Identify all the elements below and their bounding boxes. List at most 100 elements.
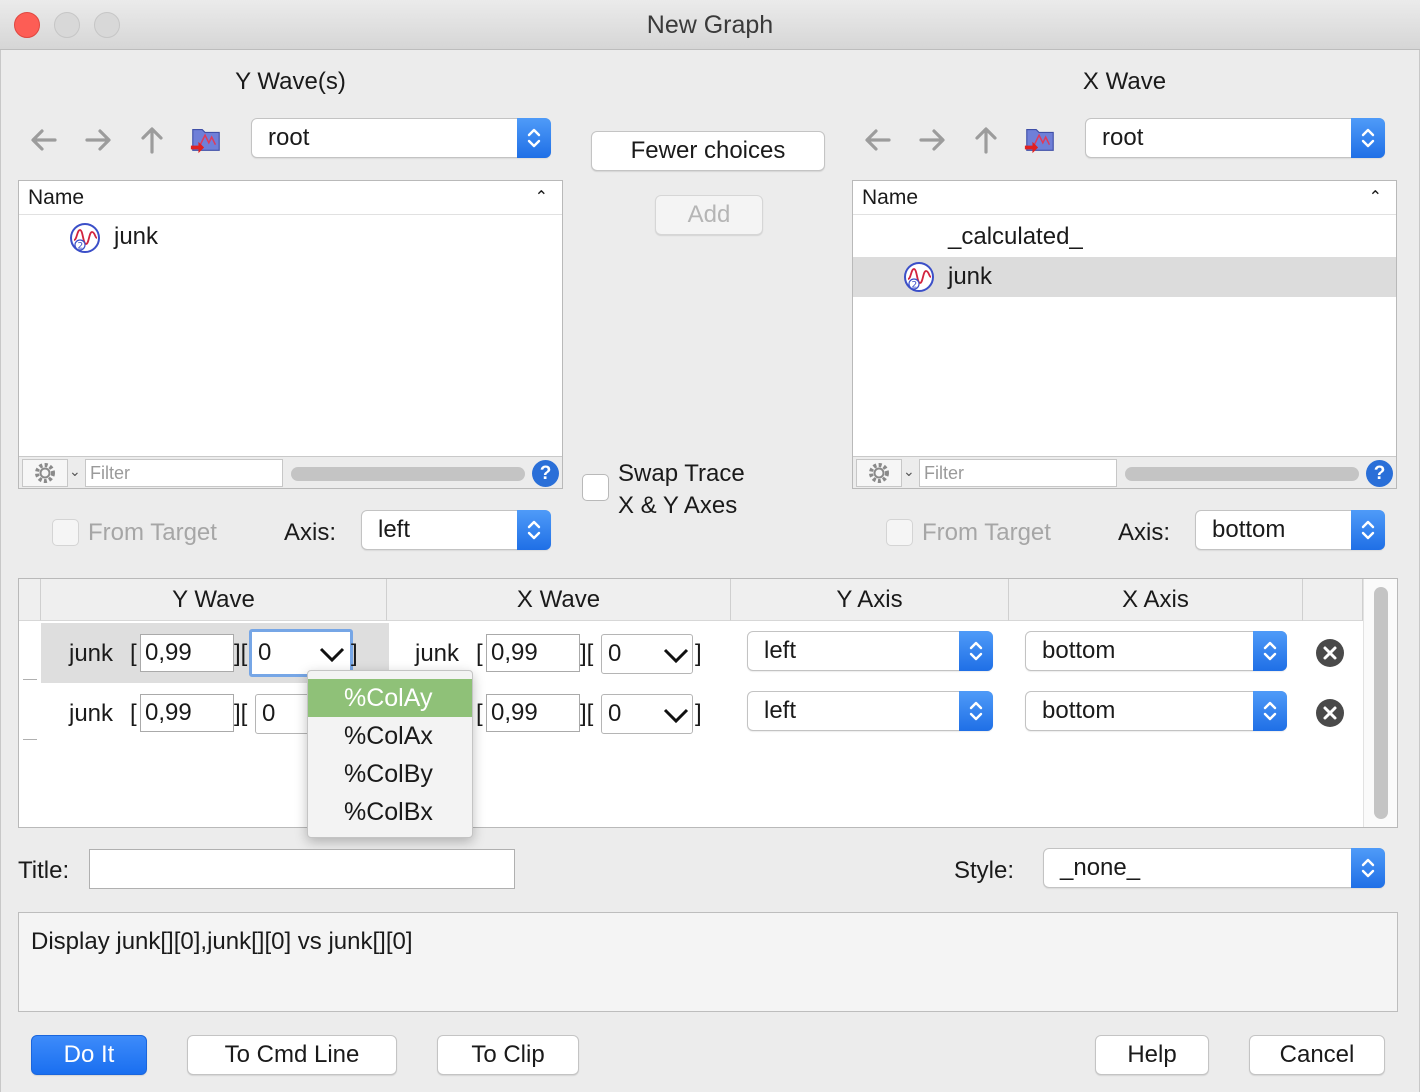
x-from-target-checkbox[interactable] <box>886 519 913 546</box>
y-folder-select[interactable]: root <box>251 118 551 158</box>
bracket: ][ <box>234 700 248 727</box>
y-panel-heading: Y Wave(s) <box>235 68 346 95</box>
row2-x-column-value: 0 <box>608 700 622 727</box>
y-help-icon[interactable]: ? <box>532 460 559 487</box>
row1-x-column-combo[interactable]: 0 <box>601 634 693 674</box>
gear-icon[interactable] <box>22 459 68 487</box>
x-help-icon[interactable]: ? <box>1366 460 1393 487</box>
menu-item-colax[interactable]: %ColAx <box>308 717 472 755</box>
y-filter-input[interactable]: Filter <box>85 459 283 487</box>
column-header-x-axis[interactable]: X Axis <box>1009 579 1303 621</box>
forward-arrow-icon[interactable] <box>915 123 949 157</box>
up-arrow-icon[interactable] <box>135 123 169 157</box>
select-stepper-icon <box>959 691 993 731</box>
row1-y-axis-select[interactable]: left <box>747 631 993 671</box>
remove-row-icon[interactable] <box>1316 639 1344 667</box>
chevron-down-icon[interactable]: ⌄ <box>69 463 81 480</box>
chevron-down-icon[interactable] <box>662 647 690 665</box>
column-header-y-axis[interactable]: Y Axis <box>731 579 1009 621</box>
gear-icon[interactable] <box>856 459 902 487</box>
cancel-button[interactable]: Cancel <box>1249 1035 1385 1075</box>
column-header-x-wave[interactable]: X Wave <box>387 579 731 621</box>
x-list-footer: ⌄ Filter ? <box>853 456 1396 488</box>
x-horizontal-scrollbar[interactable] <box>1125 467 1359 481</box>
row1-x-range-input[interactable]: 0,99 <box>486 634 580 672</box>
y-axis-select[interactable]: left <box>361 510 551 550</box>
bracket: ] <box>695 700 702 727</box>
chevron-down-icon[interactable]: ⌄ <box>903 463 915 480</box>
help-button[interactable]: Help <box>1095 1035 1209 1075</box>
fewer-choices-button[interactable]: Fewer choices <box>591 131 825 171</box>
list-item-label: junk <box>114 223 159 250</box>
row2-y-axis-select[interactable]: left <box>747 691 993 731</box>
chevron-down-icon[interactable] <box>318 646 346 664</box>
bracket: [ <box>130 640 137 667</box>
x-folder-select[interactable]: root <box>1085 118 1385 158</box>
x-wave-list[interactable]: Name ⌃ _calculated_ 2 junk ⌄ Filter ? <box>852 180 1397 489</box>
vertical-scrollbar-thumb[interactable] <box>1374 587 1388 819</box>
select-stepper-icon <box>1351 848 1385 888</box>
x-list-header[interactable]: Name ⌃ <box>853 181 1396 215</box>
back-arrow-icon[interactable] <box>861 123 895 157</box>
column-header-y-wave[interactable]: Y Wave <box>41 579 387 621</box>
x-filter-input[interactable]: Filter <box>919 459 1117 487</box>
forward-arrow-icon[interactable] <box>81 123 115 157</box>
y-axis-value: left <box>378 516 411 543</box>
swap-trace-label-line2: X & Y Axes <box>618 492 738 519</box>
row1-y-range-input[interactable]: 0,99 <box>140 634 234 672</box>
y-list-header[interactable]: Name ⌃ <box>19 181 562 215</box>
menu-item-colbx[interactable]: %ColBx <box>308 793 472 831</box>
x-axis-select[interactable]: bottom <box>1195 510 1385 550</box>
up-arrow-icon[interactable] <box>969 123 1003 157</box>
swap-axes-checkbox[interactable] <box>582 474 609 501</box>
menu-item-colay[interactable]: %ColAy <box>308 679 472 717</box>
to-clip-button[interactable]: To Clip <box>437 1035 579 1075</box>
style-select[interactable]: _none_ <box>1043 848 1385 888</box>
add-button[interactable]: Add <box>655 195 763 235</box>
window-title: New Graph <box>646 11 774 39</box>
do-it-button[interactable]: Do It <box>31 1035 147 1075</box>
style-value: _none_ <box>1060 854 1141 881</box>
y-axis-label: Axis: <box>284 519 337 546</box>
row1-y-column-value: 0 <box>258 639 272 666</box>
command-text: Display junk[][0],junk[][0] vs junk[][0] <box>31 928 413 955</box>
chevron-down-icon[interactable] <box>662 707 690 725</box>
list-item[interactable]: _calculated_ <box>853 217 1396 257</box>
row2-x-axis-select[interactable]: bottom <box>1025 691 1287 731</box>
row1-x-column-value: 0 <box>608 640 622 667</box>
to-cmd-line-button[interactable]: To Cmd Line <box>187 1035 397 1075</box>
set-data-folder-icon[interactable] <box>1023 122 1059 158</box>
list-item[interactable]: 2 junk <box>19 217 562 257</box>
table-corner <box>19 579 41 621</box>
row1-x-axis-select[interactable]: bottom <box>1025 631 1287 671</box>
row2-y-axis-value: left <box>764 697 797 724</box>
remove-row-icon[interactable] <box>1316 699 1344 727</box>
row2-y-range-input[interactable]: 0,99 <box>140 694 234 732</box>
row2-y-name: junk <box>69 700 114 727</box>
back-arrow-icon[interactable] <box>27 123 61 157</box>
select-stepper-icon <box>1351 510 1385 550</box>
y-horizontal-scrollbar[interactable] <box>291 467 525 481</box>
bracket: [ <box>476 700 483 727</box>
y-wave-list[interactable]: Name ⌃ 2 junk ⌄ Filter ? <box>18 180 563 489</box>
x-from-target-label: From Target <box>922 519 1051 546</box>
select-stepper-icon <box>517 510 551 550</box>
x-panel-heading: X Wave <box>1082 68 1167 95</box>
row2-y-column-value: 0 <box>262 700 276 727</box>
select-stepper-icon <box>1253 691 1287 731</box>
row2-x-range-input[interactable]: 0,99 <box>486 694 580 732</box>
sort-up-icon: ⌃ <box>1368 189 1382 206</box>
title-input[interactable] <box>89 849 515 889</box>
list-item-selected[interactable]: 2 junk <box>853 257 1396 297</box>
y-list-footer: ⌄ Filter ? <box>19 456 562 488</box>
vertical-scroll-track[interactable] <box>1363 579 1397 827</box>
row1-x-name: junk <box>415 640 460 667</box>
trace-table: Y Wave X Wave Y Axis X Axis junk [ 0,99 … <box>18 578 1398 828</box>
bracket: ] <box>695 640 702 667</box>
bracket: ] <box>351 640 358 667</box>
set-data-folder-icon[interactable] <box>189 122 225 158</box>
menu-item-colby[interactable]: %ColBy <box>308 755 472 793</box>
row2-x-column-combo[interactable]: 0 <box>601 694 693 734</box>
y-from-target-checkbox[interactable] <box>52 519 79 546</box>
command-preview: Display junk[][0],junk[][0] vs junk[][0] <box>18 912 1398 1012</box>
